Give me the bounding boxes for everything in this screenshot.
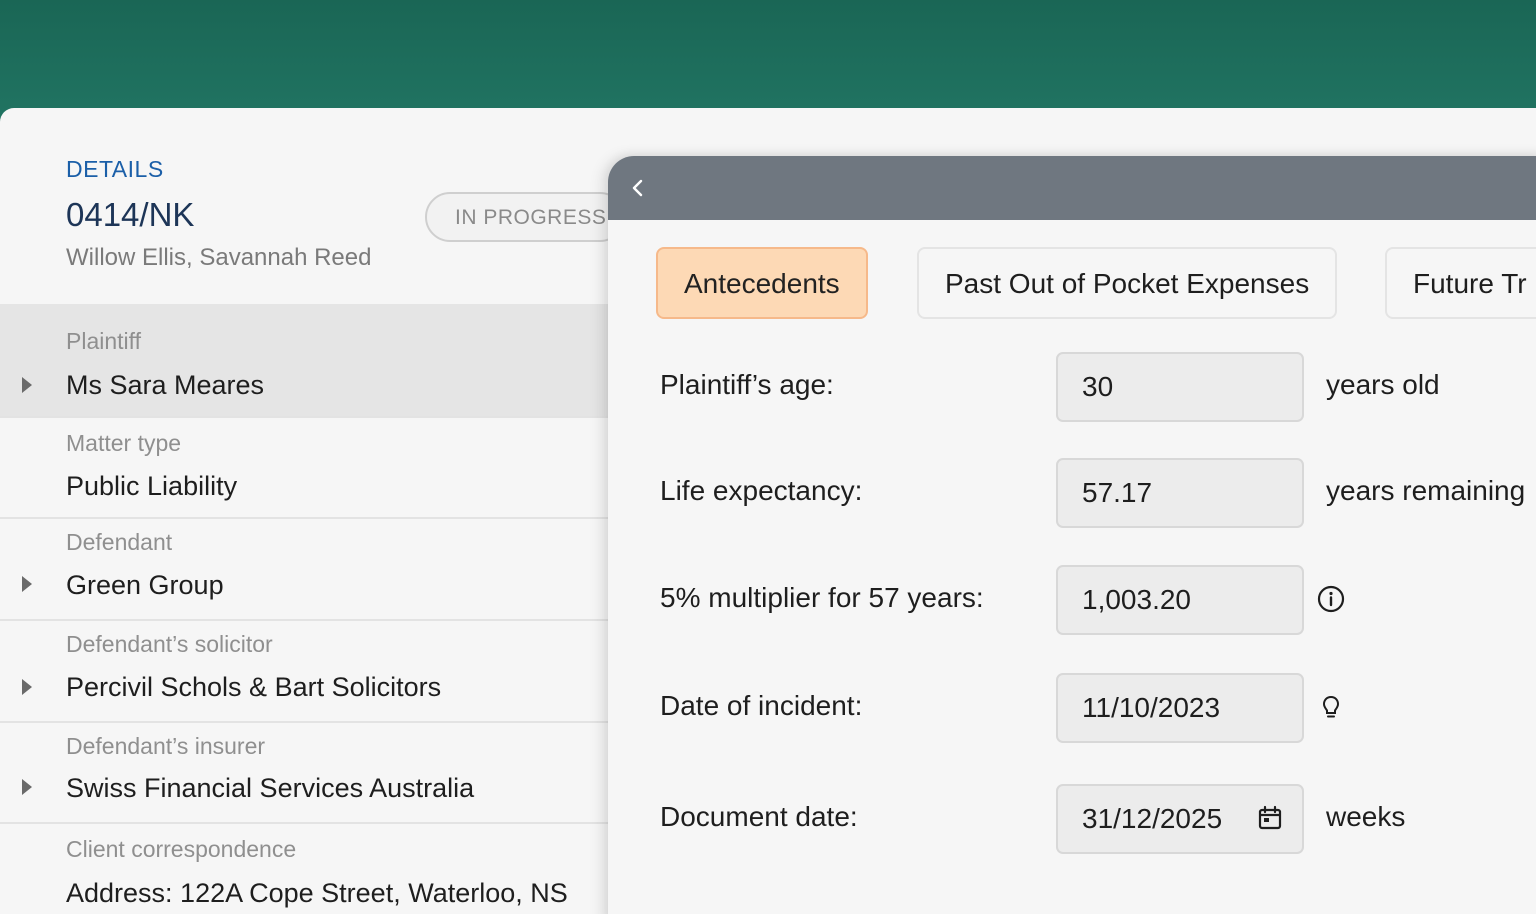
tab-antecedents[interactable]: Antecedents (656, 247, 868, 319)
plaintiff-age-input[interactable]: 30 (1056, 352, 1304, 422)
client-correspondence-row: Client correspondence Address: 122A Cope… (0, 824, 610, 914)
case-parties: Willow Ellis, Savannah Reed (66, 244, 372, 271)
caret-right-icon[interactable] (22, 779, 32, 795)
life-expectancy-input[interactable]: 57.17 (1056, 458, 1304, 528)
plaintiff-age-suffix: years old (1326, 369, 1440, 400)
calculator-panel: Antecedents Past Out of Pocket Expenses … (608, 156, 1536, 914)
date-of-incident-label: Date of incident: (660, 690, 863, 721)
calendar-icon[interactable] (1256, 804, 1284, 832)
plaintiff-age-label: Plaintiff’s age: (660, 369, 834, 400)
plaintiff-value: Ms Sara Meares (66, 370, 265, 400)
calculator-header (608, 156, 1536, 220)
chevron-left-icon[interactable] (626, 176, 650, 200)
caret-right-icon[interactable] (22, 679, 32, 695)
defendant-value: Green Group (66, 570, 224, 600)
life-expectancy-label: Life expectancy: (660, 475, 863, 506)
document-date-suffix: weeks (1326, 801, 1406, 832)
defendant-insurer-label: Defendant’s insurer (66, 733, 266, 759)
caret-right-icon[interactable] (22, 377, 32, 393)
multiplier-input[interactable]: 1,003.20 (1056, 565, 1304, 635)
matter-type-value: Public Liability (66, 471, 238, 501)
tab-past-out-of-pocket-expenses[interactable]: Past Out of Pocket Expenses (917, 247, 1338, 319)
defendant-solicitor-label: Defendant’s solicitor (66, 631, 273, 657)
multiplier-label: 5% multiplier for 57 years: (660, 582, 984, 613)
caret-right-icon[interactable] (22, 576, 32, 592)
details-section-label: DETAILS (66, 156, 164, 182)
plaintiff-row[interactable]: Plaintiff Ms Sara Meares (0, 304, 610, 418)
status-badge[interactable]: IN PROGRESS (425, 192, 625, 242)
tab-future-treatment[interactable]: Future Tr (1385, 247, 1536, 319)
defendant-insurer-row[interactable]: Defendant’s insurer Swiss Financial Serv… (0, 723, 610, 824)
defendant-label: Defendant (66, 529, 173, 555)
defendant-row[interactable]: Defendant Green Group (0, 519, 610, 621)
matter-type-row: Matter type Public Liability (0, 418, 610, 519)
defendant-insurer-value: Swiss Financial Services Australia (66, 773, 475, 803)
defendant-solicitor-row[interactable]: Defendant’s solicitor Percivil Schols & … (0, 621, 610, 723)
plaintiff-label: Plaintiff (66, 328, 142, 354)
case-id: 0414/NK (66, 196, 195, 233)
lightbulb-icon[interactable] (1316, 693, 1346, 723)
info-icon[interactable] (1316, 584, 1346, 614)
defendant-solicitor-value: Percivil Schols & Bart Solicitors (66, 672, 442, 702)
matter-type-label: Matter type (66, 430, 182, 456)
life-expectancy-suffix: years remaining (1326, 475, 1526, 506)
date-of-incident-input[interactable]: 11/10/2023 (1056, 673, 1304, 743)
document-date-label: Document date: (660, 801, 858, 832)
client-correspondence-label: Client correspondence (66, 836, 297, 862)
client-correspondence-value: Address: 122A Cope Street, Waterloo, NS (66, 878, 568, 908)
